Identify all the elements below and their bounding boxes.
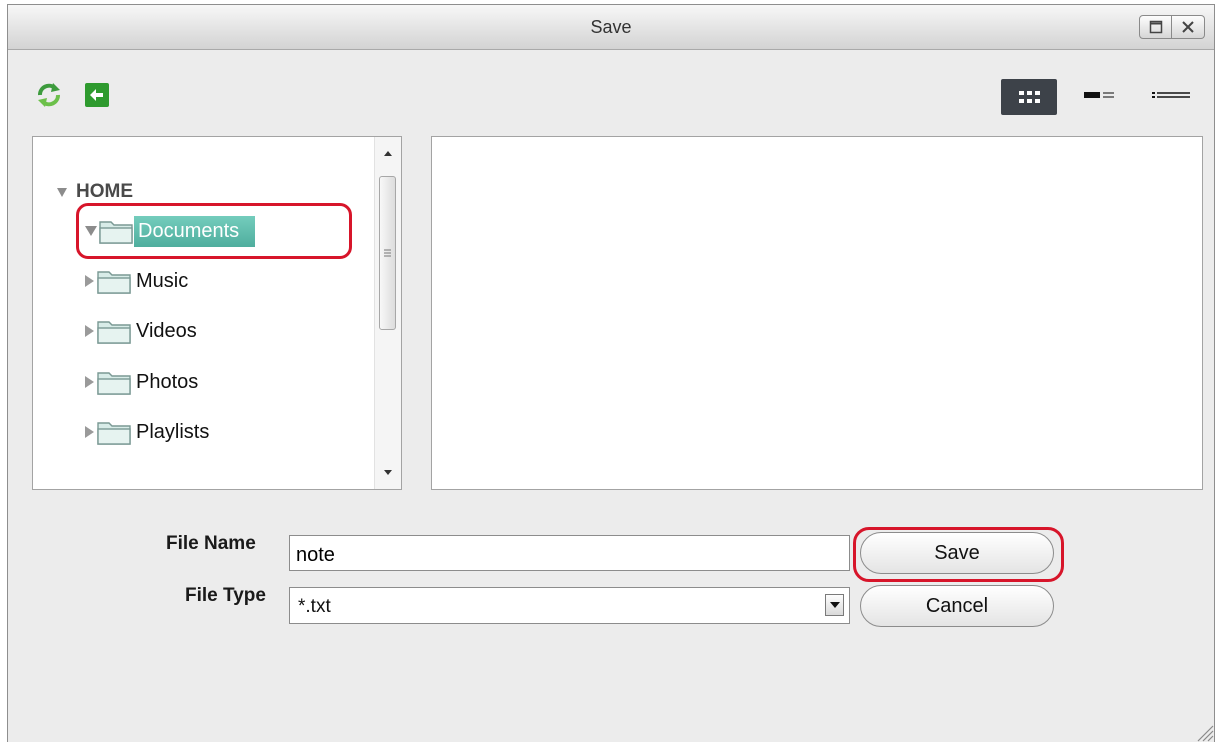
tree-root[interactable]: HOME bbox=[57, 181, 133, 203]
tree-scrollbar[interactable] bbox=[374, 137, 401, 489]
file-name-label: File Name bbox=[166, 533, 256, 554]
dropdown-button[interactable] bbox=[825, 594, 844, 616]
documents-highlight bbox=[76, 203, 352, 259]
resize-grip-icon[interactable] bbox=[1192, 720, 1214, 742]
dialog-title: Save bbox=[590, 17, 632, 37]
collapse-arrow-icon[interactable] bbox=[85, 275, 94, 287]
file-list-panel[interactable] bbox=[431, 136, 1203, 490]
refresh-icon[interactable] bbox=[36, 82, 62, 108]
cancel-button[interactable]: Cancel bbox=[860, 585, 1054, 627]
chevron-down-icon bbox=[830, 602, 840, 608]
maximize-icon bbox=[1149, 20, 1163, 34]
detail-view-button[interactable] bbox=[1072, 79, 1128, 115]
scroll-thumb[interactable] bbox=[379, 176, 396, 330]
tree-item-music[interactable]: Music bbox=[85, 263, 188, 299]
window-controls bbox=[1139, 15, 1205, 39]
file-type-value: *.txt bbox=[298, 596, 331, 617]
file-type-select[interactable]: *.txt bbox=[289, 587, 850, 624]
expand-arrow-icon[interactable] bbox=[57, 187, 67, 197]
folder-tree[interactable]: HOME Documents Music Videos Photos Playl… bbox=[32, 136, 402, 490]
tree-root-label: HOME bbox=[76, 181, 133, 202]
grid-icon bbox=[1019, 91, 1040, 103]
tree-item-label: Music bbox=[136, 269, 189, 292]
file-type-label: File Type bbox=[185, 585, 266, 606]
tree-item-playlists[interactable]: Playlists bbox=[85, 414, 209, 450]
back-icon[interactable] bbox=[84, 82, 110, 108]
folder-icon bbox=[97, 422, 131, 445]
folder-icon bbox=[97, 372, 131, 395]
list-icon bbox=[1152, 92, 1190, 98]
file-name-input[interactable] bbox=[289, 535, 850, 571]
list-view-button[interactable] bbox=[1142, 79, 1202, 115]
tree-item-label: Playlists bbox=[136, 420, 210, 443]
save-highlight bbox=[853, 527, 1064, 582]
folder-icon bbox=[97, 321, 131, 344]
scroll-up-icon[interactable] bbox=[383, 149, 393, 159]
maximize-button[interactable] bbox=[1139, 15, 1172, 39]
save-dialog: Save HOME Documents Music Videos Photos … bbox=[7, 4, 1215, 742]
tree-item-label: Photos bbox=[136, 370, 199, 393]
collapse-arrow-icon[interactable] bbox=[85, 426, 94, 438]
grip-icon bbox=[384, 249, 391, 257]
tree-item-label: Videos bbox=[136, 319, 197, 342]
collapse-arrow-icon[interactable] bbox=[85, 325, 94, 337]
close-icon bbox=[1182, 21, 1194, 33]
close-button[interactable] bbox=[1172, 15, 1205, 39]
title-bar[interactable]: Save bbox=[8, 5, 1214, 50]
tree-item-photos[interactable]: Photos bbox=[85, 364, 198, 400]
thumbnail-view-button[interactable] bbox=[1001, 79, 1057, 115]
detail-list-icon bbox=[1084, 92, 1114, 98]
folder-icon bbox=[97, 271, 131, 294]
collapse-arrow-icon[interactable] bbox=[85, 376, 94, 388]
tree-item-videos[interactable]: Videos bbox=[85, 313, 197, 349]
scroll-down-icon[interactable] bbox=[383, 467, 393, 477]
